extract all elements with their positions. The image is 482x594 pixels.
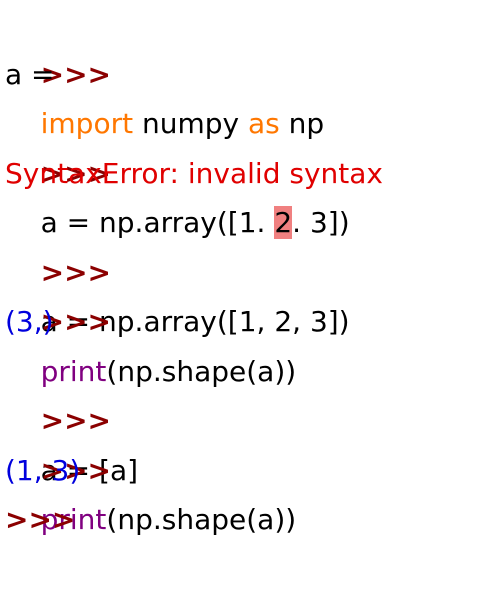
shell-prompt: >>>: [5, 503, 76, 536]
shell-line-output-2: (1, 3): [5, 446, 477, 496]
code-text: (np.shape(a)): [106, 354, 297, 388]
code-text: . 3]): [292, 206, 350, 239]
syntax-error-highlight: 2: [274, 206, 293, 239]
code-text: a =: [5, 57, 55, 91]
keyword-as: as: [247, 107, 280, 140]
shell-line-import: >>> import numpy as np: [5, 0, 477, 141]
shell-prompt: >>>: [40, 255, 111, 289]
python-shell[interactable]: >>> import numpy as np a = >>> a = np.ar…: [5, 0, 477, 545]
keyword-import: import: [40, 107, 134, 140]
output-text: (3,): [5, 305, 54, 338]
code-text: (np.shape(a)): [106, 503, 297, 536]
code-text: np: [279, 107, 325, 140]
code-text: a = np.array([1.: [40, 206, 275, 239]
shell-prompt: >>>: [40, 404, 111, 437]
builtin-print: print: [40, 354, 107, 388]
error-message: SyntaxError: invalid syntax: [5, 156, 383, 190]
output-text: (1, 3): [5, 453, 81, 487]
shell-line-error: SyntaxError: invalid syntax: [5, 149, 477, 199]
code-text: numpy: [133, 107, 248, 140]
